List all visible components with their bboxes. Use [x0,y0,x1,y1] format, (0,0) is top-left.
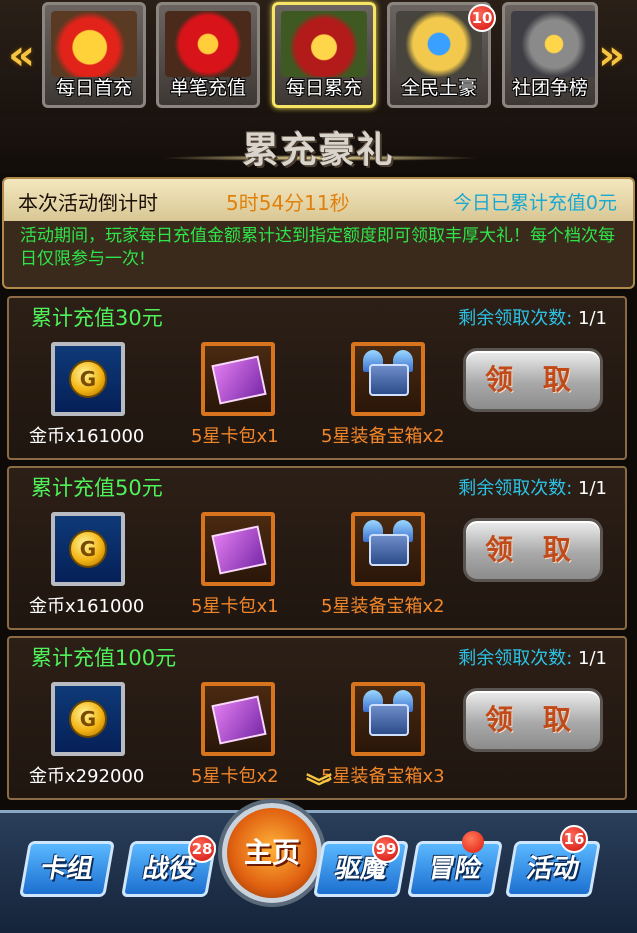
gold-coin-icon[interactable]: G [51,512,125,586]
home-button[interactable]: 主页 [222,803,322,903]
reward-label: 5星卡包x2 [191,766,279,787]
remaining-claims: 剩余领取次数: 1/1 [458,304,607,330]
reward-tier-row: 累计充值50元 剩余领取次数: 1/1 G 金币x161000 5星卡包x1 5… [7,466,627,630]
tab-daily-cumulative-recharge[interactable]: 每日累充 [272,2,376,108]
notification-badge: 10 [468,4,496,32]
scroll-down-chevron-icon[interactable]: ︾ [296,775,342,804]
nav-activity[interactable]: 活动 [505,841,601,897]
tab-guild-ranking[interactable]: 社团争榜 [502,2,598,108]
tab-label: 每日首充 [55,77,132,99]
gold-coin-icon[interactable]: G [51,342,125,416]
info-header: 本次活动倒计时 5时54分11秒 今日已累计充值0元 [4,179,633,221]
card-pack-icon[interactable] [201,342,275,416]
reward-label: 5星卡包x1 [191,426,279,447]
tab-label: 单笔充值 [169,77,246,99]
nav-cards[interactable]: 卡组 [19,841,115,897]
card-pack-icon[interactable] [201,682,275,756]
claim-button[interactable]: 领 取 [463,688,603,752]
tab-label: 全民土豪 [400,77,477,99]
notification-badge: 99 [372,835,400,863]
remaining-claims-label: 剩余领取次数: [458,478,579,499]
winged-chest-icon[interactable] [351,512,425,586]
claim-button[interactable]: 领 取 [463,348,603,412]
remaining-claims-value: 1/1 [578,308,607,329]
winged-chest-icon[interactable] [351,342,425,416]
top-tab-bar: « 每日首充 单笔充值 每日累充 全民土豪 10 社团争榜 » [0,0,637,115]
bottom-nav-bar: 卡组 战役 28 主页 驱魔 99 冒险 活动 16 [0,803,637,933]
scroll-left-arrow-icon[interactable]: « [8,30,35,80]
notification-badge: 28 [188,835,216,863]
remaining-claims: 剩余领取次数: 1/1 [458,644,607,670]
tier-title: 累计充值100元 [31,646,177,670]
reward-label: 金币x161000 [29,596,145,617]
tab-label: 每日累充 [285,77,362,99]
activity-info-panel: 本次活动倒计时 5时54分11秒 今日已累计充值0元 活动期间，玩家每日充值金额… [2,177,635,289]
tier-title: 累计充值50元 [31,476,163,500]
alert-dot-icon [462,831,484,853]
gift-box-icon [51,11,137,77]
notification-badge: 16 [560,825,588,853]
reward-label: 5星装备宝箱x2 [321,426,445,447]
tab-label: 社团争榜 [511,77,588,99]
tab-single-recharge[interactable]: 单笔充值 [156,2,260,108]
card-pack-icon[interactable] [201,512,275,586]
nav-adventure[interactable]: 冒险 [407,841,503,897]
remaining-claims: 剩余领取次数: 1/1 [458,474,607,500]
reward-label: 金币x292000 [29,766,145,787]
reward-label: 5星装备宝箱x2 [321,596,445,617]
reward-tier-row: 累计充值30元 剩余领取次数: 1/1 G 金币x161000 5星卡包x1 5… [7,296,627,460]
remaining-claims-value: 1/1 [578,478,607,499]
tier-title: 累计充值30元 [31,306,163,330]
tab-daily-first-recharge[interactable]: 每日首充 [42,2,146,108]
red-money-bag-icon [165,11,251,77]
reward-label: 5星卡包x1 [191,596,279,617]
countdown-label: 本次活动倒计时 [18,191,158,215]
treasure-chest-icon [281,11,367,77]
title-banner: 累充豪礼 [0,115,637,175]
remaining-claims-value: 1/1 [578,648,607,669]
winged-chest-icon[interactable] [351,682,425,756]
scroll-right-arrow-icon[interactable]: » [598,30,625,80]
activity-description: 活动期间，玩家每日充值金额累计达到指定额度即可领取丰厚大礼！每个档次每日仅限参与… [20,226,615,269]
remaining-claims-label: 剩余领取次数: [458,648,579,669]
countdown-timer: 5时54分11秒 [226,191,350,215]
page-title: 累充豪礼 [242,130,395,171]
claim-button[interactable]: 领 取 [463,518,603,582]
gold-coin-icon[interactable]: G [51,682,125,756]
remaining-claims-label: 剩余领取次数: [458,308,579,329]
reward-label: 金币x161000 [29,426,145,447]
today-recharge-total: 今日已累计充值0元 [452,192,617,214]
knight-helmet-icon [511,11,595,77]
